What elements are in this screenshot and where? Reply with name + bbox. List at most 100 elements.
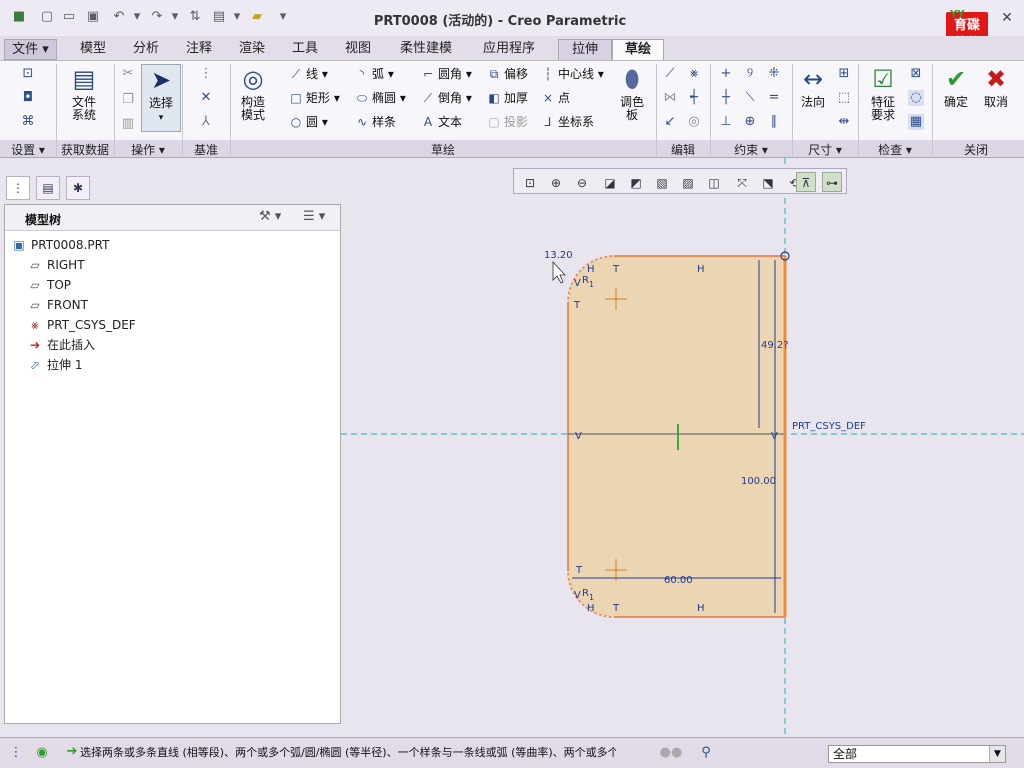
reference-dimension-icon[interactable]: ⬚ xyxy=(836,90,852,106)
annotation-display-icon[interactable]: ⬔ xyxy=(758,172,778,192)
tree-item-csys[interactable]: ⨳ PRT_CSYS_DEF xyxy=(27,315,135,335)
text-tool[interactable]: A 文本 xyxy=(420,113,462,131)
repaint-icon[interactable]: ◪ xyxy=(600,172,620,192)
select-dropdown-icon[interactable]: ▾ xyxy=(159,113,164,123)
normal-dimension-button[interactable]: ↔ 法向 xyxy=(796,64,830,109)
radius-dimension[interactable]: 13.20 xyxy=(544,250,573,261)
sketch-canvas[interactable]: 13.20 49.2? 100.00 60.00 PRT_CSYS_DEF H … xyxy=(341,158,1024,734)
construction-mode-button[interactable]: ◎ 构造 模式 xyxy=(234,64,272,122)
tree-item-insert-here[interactable]: ➔ 在此插入 xyxy=(27,335,95,355)
zoom-in-icon[interactable]: ⊕ xyxy=(546,172,566,192)
feature-requirements-button[interactable]: ☑ 特征 要求 xyxy=(864,64,902,122)
tree-settings-icon[interactable]: ⚒ ▾ xyxy=(259,209,281,224)
dimension-display-icon[interactable]: ⊼ xyxy=(796,172,816,192)
symmetric-constraint-icon[interactable]: ⁜ xyxy=(766,66,782,82)
horizontal-constraint-icon[interactable]: ┼ xyxy=(718,90,734,106)
datum-point-icon[interactable]: ✕ xyxy=(198,90,214,106)
sketch-setup-icon[interactable]: ⊡ xyxy=(20,66,36,82)
paste-icon[interactable]: ▥ xyxy=(120,116,136,132)
view-manager-icon[interactable]: ▨ xyxy=(678,172,698,192)
centerline-tool[interactable]: ┆ 中心线 ▾ xyxy=(540,65,603,83)
tab-view[interactable]: 视图 xyxy=(334,39,382,60)
group-dimension[interactable]: 尺寸 ▾ xyxy=(792,141,858,158)
group-setup[interactable]: 设置 ▾ xyxy=(0,141,56,158)
line-tool[interactable]: ⟋ 线 ▾ xyxy=(288,65,328,83)
modify-icon[interactable]: ⟋ xyxy=(662,66,678,82)
datum-display-icon[interactable]: ⤧ xyxy=(732,172,752,192)
group-inspect[interactable]: 检查 ▾ xyxy=(858,141,932,158)
vertical-constraint-icon[interactable]: + xyxy=(718,66,734,82)
width-dimension[interactable]: 60.00 xyxy=(664,575,693,586)
file-system-button[interactable]: ▤ 文件 系统 xyxy=(62,64,106,122)
tree-columns-icon[interactable]: ☰ ▾ xyxy=(303,209,325,224)
spline-tool[interactable]: ∿ 样条 xyxy=(354,113,396,131)
delete-segment-icon[interactable]: ⨳ xyxy=(686,66,702,82)
refit-icon[interactable]: ⊡ xyxy=(520,172,540,192)
cancel-button[interactable]: ✖ 取消 xyxy=(978,64,1014,109)
rectangle-tool[interactable]: □ 矩形 ▾ xyxy=(288,89,340,107)
tab-flexible-modeling[interactable]: 柔性建模 xyxy=(387,39,465,60)
browser-toggle-icon[interactable]: ◉ xyxy=(34,745,50,761)
baseline-icon[interactable]: ⇹ xyxy=(836,114,852,130)
constraint-display-icon[interactable]: ⊶ xyxy=(822,172,842,192)
tree-item-front-plane[interactable]: ▱ FRONT xyxy=(27,295,88,315)
centerline-datum-icon[interactable]: ⋮ xyxy=(198,66,214,82)
ellipse-tool[interactable]: ⬭ 椭圆 ▾ xyxy=(354,89,406,107)
zoom-out-icon[interactable]: ⊖ xyxy=(572,172,592,192)
point-tool[interactable]: × 点 xyxy=(540,89,570,107)
equal-constraint-icon[interactable]: = xyxy=(766,90,782,106)
thicken-tool[interactable]: ◧ 加厚 xyxy=(486,89,528,107)
tab-file[interactable]: 文件 ▾ xyxy=(4,39,57,60)
reference-icon[interactable]: ◘ xyxy=(20,90,36,106)
sketch-view-icon[interactable]: ⌘ xyxy=(20,114,36,130)
group-operations[interactable]: 操作 ▾ xyxy=(114,141,182,158)
display-style-icon[interactable]: ◩ xyxy=(626,172,646,192)
arc-tool[interactable]: ◝ 弧 ▾ xyxy=(354,65,394,83)
tree-item-extrude-1[interactable]: ⬀ 拉伸 1 xyxy=(27,355,82,375)
perspective-icon[interactable]: ◫ xyxy=(704,172,724,192)
mirror-icon[interactable]: ⋈ xyxy=(662,90,678,106)
tab-extrude[interactable]: 拉伸 xyxy=(558,39,612,60)
graphics-area[interactable]: 13.20 49.2? 100.00 60.00 PRT_CSYS_DEF H … xyxy=(341,158,1024,734)
tab-sketch[interactable]: 草绘 xyxy=(612,39,664,60)
circle-tool[interactable]: ○ 圆 ▾ xyxy=(288,113,328,131)
selection-filter[interactable]: 全部 ▼ xyxy=(828,745,1006,763)
vertical-dimension-upper[interactable]: 49.2? xyxy=(761,340,789,351)
navigator-toggle-icon[interactable]: ⋮ xyxy=(8,745,24,761)
fillet-tool[interactable]: ⌐ 圆角 ▾ xyxy=(420,65,472,83)
perimeter-icon[interactable]: ⊞ xyxy=(836,66,852,82)
group-constrain[interactable]: 约束 ▾ xyxy=(710,141,792,158)
cut-icon[interactable]: ✂ xyxy=(120,66,136,82)
overlapping-geometry-icon[interactable]: ⊠ xyxy=(908,66,924,82)
tab-applications[interactable]: 应用程序 xyxy=(470,39,548,60)
project-tool[interactable]: ▢ 投影 xyxy=(486,113,528,131)
folder-browser-tab-icon[interactable]: ▤ xyxy=(36,176,60,200)
tree-item-part[interactable]: ▣ PRT0008.PRT xyxy=(11,235,109,255)
offset-tool[interactable]: ⧉ 偏移 xyxy=(486,65,528,83)
copy-icon[interactable]: ❐ xyxy=(120,92,136,108)
highlight-open-ends-icon[interactable]: ◌ xyxy=(908,90,924,106)
sketch-profile[interactable] xyxy=(567,255,786,618)
datum-csys-icon[interactable]: ⅄ xyxy=(198,114,214,130)
tangent-constraint-icon[interactable]: ୨ xyxy=(742,66,758,82)
parallel-constraint-icon[interactable]: ∥ xyxy=(766,114,782,130)
tree-item-right-plane[interactable]: ▱ RIGHT xyxy=(27,255,84,275)
favorites-tab-icon[interactable]: ✱ xyxy=(66,176,90,200)
find-icon[interactable]: ⚲ xyxy=(698,745,714,761)
close-window-button[interactable]: ✕ xyxy=(996,8,1018,28)
saved-orientations-icon[interactable]: ▧ xyxy=(652,172,672,192)
tab-tools[interactable]: 工具 xyxy=(281,39,329,60)
select-button[interactable]: ➤ 选择 ▾ xyxy=(141,64,181,132)
palette-button[interactable]: ⬮ 调色 板 xyxy=(614,64,650,122)
rotate-resize-icon[interactable]: ◎ xyxy=(686,114,702,130)
tab-model[interactable]: 模型 xyxy=(67,39,119,60)
coincident-constraint-icon[interactable]: ⊕ xyxy=(742,114,758,130)
filter-dropdown-icon[interactable]: ▼ xyxy=(989,746,1005,762)
midpoint-constraint-icon[interactable]: ⟍ xyxy=(742,90,758,106)
tab-analysis[interactable]: 分析 xyxy=(122,39,170,60)
shade-closed-loops-icon[interactable]: ▦ xyxy=(908,114,924,130)
coordinate-system-tool[interactable]: ⅃ 坐标系 xyxy=(540,113,594,131)
perpendicular-constraint-icon[interactable]: ⊥ xyxy=(718,114,734,130)
ok-button[interactable]: ✔ 确定 xyxy=(938,64,974,109)
divide-icon[interactable]: ↙ xyxy=(662,114,678,130)
